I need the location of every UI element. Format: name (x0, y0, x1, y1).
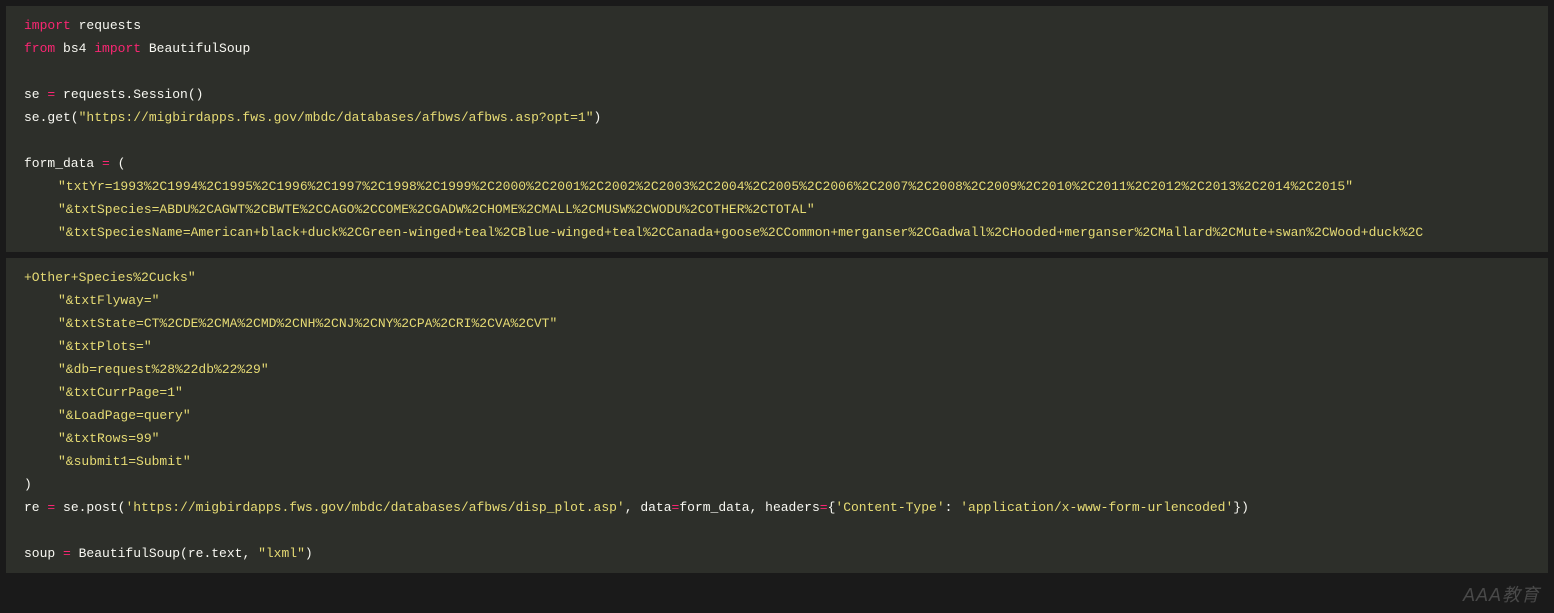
code-line: import requests (6, 14, 1548, 37)
code-line: "&txtFlyway=" (6, 289, 1548, 312)
string-literal: "&txtPlots=" (58, 339, 152, 354)
code-line: "&db=request%28%22db%22%29" (6, 358, 1548, 381)
keyword-import: import (94, 41, 141, 56)
string-literal: "&db=request%28%22db%22%29" (58, 362, 269, 377)
string-literal: "&txtSpecies=ABDU%2CAGWT%2CBWTE%2CCAGO%2… (58, 202, 815, 217)
string-literal: "&submit1=Submit" (58, 454, 191, 469)
code-line: "&txtRows=99" (6, 427, 1548, 450)
code-block-1: import requests from bs4 import Beautifu… (6, 6, 1548, 252)
code-line: "&submit1=Submit" (6, 450, 1548, 473)
code-line: soup = BeautifulSoup(re.text, "lxml") (6, 542, 1548, 565)
string-literal: "&txtState=CT%2CDE%2CMA%2CMD%2CNH%2CNJ%2… (58, 316, 557, 331)
code-line-blank (6, 519, 1548, 542)
string-url: 'https://migbirdapps.fws.gov/mbdc/databa… (125, 500, 624, 515)
string-url: "https://migbirdapps.fws.gov/mbdc/databa… (79, 110, 594, 125)
code-line: +Other+Species%2Cucks" (6, 266, 1548, 289)
code-line: se.get("https://migbirdapps.fws.gov/mbdc… (6, 106, 1548, 129)
code-line: "&txtSpeciesName=American+black+duck%2CG… (6, 221, 1548, 244)
code-line: "txtYr=1993%2C1994%2C1995%2C1996%2C1997%… (6, 175, 1548, 198)
keyword-from: from (24, 41, 55, 56)
keyword-import: import (24, 18, 71, 33)
code-line-blank (6, 60, 1548, 83)
watermark: AAA教育 (1463, 584, 1540, 607)
code-line: "&txtState=CT%2CDE%2CMA%2CMD%2CNH%2CNJ%2… (6, 312, 1548, 335)
code-block-2: +Other+Species%2Cucks" "&txtFlyway=" "&t… (6, 258, 1548, 573)
string-literal: "&txtSpeciesName=American+black+duck%2CG… (58, 225, 1423, 240)
code-line: "&txtSpecies=ABDU%2CAGWT%2CBWTE%2CCAGO%2… (6, 198, 1548, 221)
string-literal: +Other+Species%2Cucks" (24, 270, 196, 285)
code-line: "&LoadPage=query" (6, 404, 1548, 427)
code-line: se = requests.Session() (6, 83, 1548, 106)
string-literal: "txtYr=1993%2C1994%2C1995%2C1996%2C1997%… (58, 179, 1353, 194)
code-line: "&txtPlots=" (6, 335, 1548, 358)
code-line: from bs4 import BeautifulSoup (6, 37, 1548, 60)
code-line: form_data = ( (6, 152, 1548, 175)
string-literal: "&txtCurrPage=1" (58, 385, 183, 400)
code-line: "&txtCurrPage=1" (6, 381, 1548, 404)
code-line-blank (6, 129, 1548, 152)
string-literal: "&txtRows=99" (58, 431, 159, 446)
code-line: ) (6, 473, 1548, 496)
code-line: re = se.post('https://migbirdapps.fws.go… (6, 496, 1548, 519)
string-literal: "&txtFlyway=" (58, 293, 159, 308)
string-literal: "&LoadPage=query" (58, 408, 191, 423)
